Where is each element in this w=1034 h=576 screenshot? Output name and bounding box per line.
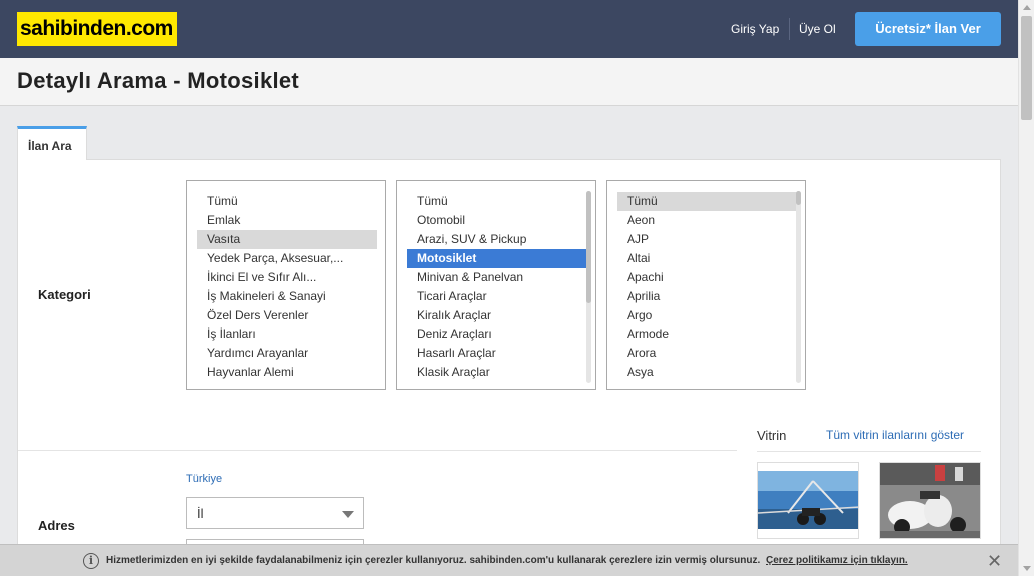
- category-option[interactable]: Armode: [617, 325, 797, 344]
- category-option[interactable]: Tümü: [617, 192, 797, 211]
- info-icon: i: [83, 553, 99, 569]
- category-option[interactable]: Yedek Parça, Aksesuar,...: [197, 249, 377, 268]
- login-link[interactable]: Giriş Yap: [731, 22, 779, 36]
- category-option[interactable]: Vasıta: [197, 230, 377, 249]
- top-header: sahibinden.com Giriş Yap Üye Ol Ücretsiz…: [0, 0, 1018, 58]
- nav-divider: [789, 18, 790, 40]
- category-option[interactable]: Otomobil: [407, 211, 587, 230]
- category-label: Kategori: [38, 287, 91, 302]
- category-list-main[interactable]: Tümü Emlak Vasıta Yedek Parça, Aksesuar,...…: [186, 180, 386, 390]
- category-option[interactable]: Apachi: [617, 268, 797, 287]
- category-option[interactable]: Asya: [617, 363, 797, 382]
- category-option[interactable]: Arora: [617, 344, 797, 363]
- category-option[interactable]: İş Makineleri & Sanayi: [197, 287, 377, 306]
- category-option[interactable]: Aeon: [617, 211, 797, 230]
- category-option[interactable]: Tümü: [407, 192, 587, 211]
- cookie-policy-link[interactable]: Çerez politikamız için tıklayın.: [766, 555, 908, 566]
- page-title-bar: Detaylı Arama - Motosiklet: [0, 58, 1018, 106]
- vitrin-title: Vitrin: [757, 428, 787, 443]
- vitrin-listing-thumbnail[interactable]: [757, 462, 859, 539]
- category-list-brand[interactable]: Tümü Aeon AJP Altai Apachi Aprilia Argo Armode A…: [606, 180, 806, 390]
- sub-list-scrollbar[interactable]: [586, 191, 591, 383]
- category-option[interactable]: Emlak: [197, 211, 377, 230]
- page-title: Detaylı Arama - Motosiklet: [17, 68, 300, 93]
- category-option[interactable]: Klasik Araçlar: [407, 363, 587, 382]
- category-option[interactable]: Argo: [617, 306, 797, 325]
- post-ad-button[interactable]: Ücretsiz* İlan Ver: [855, 12, 1001, 46]
- category-option[interactable]: Motosiklet: [407, 249, 587, 268]
- page-scrollbar[interactable]: [1018, 0, 1034, 576]
- category-option[interactable]: Yardımcı Arayanlar: [197, 344, 377, 363]
- category-option[interactable]: Ticari Araçlar: [407, 287, 587, 306]
- section-divider: [18, 450, 737, 451]
- category-option[interactable]: Özel Ders Verenler: [197, 306, 377, 325]
- tab-ilan-ara[interactable]: İlan Ara: [17, 126, 87, 160]
- vitrin-show-all-link[interactable]: Tüm vitrin ilanlarını göster: [826, 428, 964, 442]
- cookie-text: Hizmetlerimizden en iyi şekilde faydalan…: [106, 555, 761, 566]
- vitrin-divider: [757, 451, 981, 452]
- brand-list-scrollbar[interactable]: [796, 191, 801, 383]
- category-option[interactable]: AJP: [617, 230, 797, 249]
- category-option[interactable]: Deniz Araçları: [407, 325, 587, 344]
- category-option[interactable]: Aprilia: [617, 287, 797, 306]
- site-logo[interactable]: sahibinden.com: [17, 12, 177, 46]
- category-option[interactable]: İş İlanları: [197, 325, 377, 344]
- category-option[interactable]: Hasarlı Araçlar: [407, 344, 587, 363]
- category-option[interactable]: Arazi, SUV & Pickup: [407, 230, 587, 249]
- address-label: Adres: [38, 518, 75, 533]
- category-list-sub[interactable]: Tümü Otomobil Arazi, SUV & Pickup Motosikle…: [396, 180, 596, 390]
- vitrin-listing-thumbnail[interactable]: [879, 462, 981, 539]
- category-option[interactable]: Tümü: [197, 192, 377, 211]
- country-link[interactable]: Türkiye: [186, 473, 222, 485]
- scrollbar-thumb[interactable]: [1021, 16, 1032, 120]
- category-option[interactable]: Hayvanlar Alemi: [197, 363, 377, 382]
- category-option[interactable]: Altai: [617, 249, 797, 268]
- scroll-up-icon[interactable]: [1023, 5, 1031, 10]
- register-link[interactable]: Üye Ol: [799, 22, 836, 36]
- category-option[interactable]: İkinci El ve Sıfır Alı...: [197, 268, 377, 287]
- cookie-banner: i Hizmetlerimizden en iyi şekilde faydal…: [0, 544, 1018, 576]
- city-select-value: İl: [197, 506, 204, 521]
- city-select[interactable]: İl: [186, 497, 364, 529]
- close-icon[interactable]: ✕: [987, 551, 1002, 572]
- category-option[interactable]: Kiralık Araçlar: [407, 306, 587, 325]
- category-option[interactable]: Minivan & Panelvan: [407, 268, 587, 287]
- scroll-down-icon[interactable]: [1023, 566, 1031, 571]
- chevron-down-icon: [342, 511, 354, 518]
